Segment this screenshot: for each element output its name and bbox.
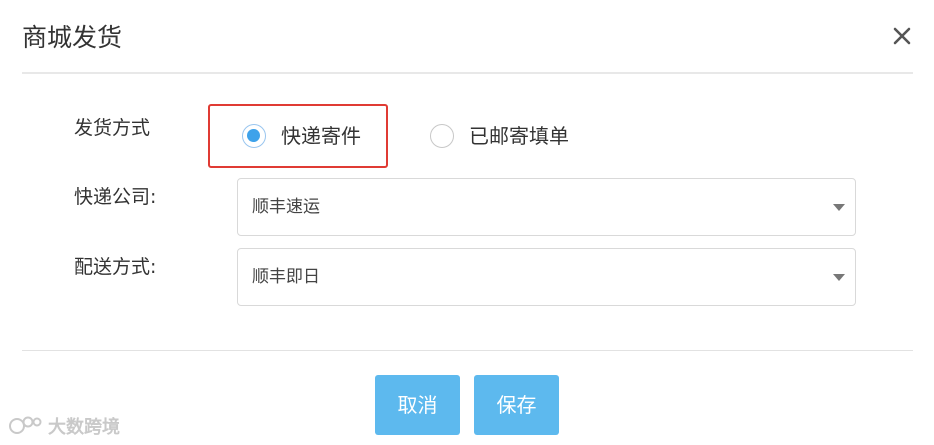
cancel-button[interactable]: 取消 [375, 375, 460, 435]
radio-option-express[interactable]: 快递寄件 [208, 104, 388, 168]
watermark: 大数跨境 [8, 413, 120, 439]
radio-unchecked-icon[interactable] [430, 124, 454, 148]
courier-select-value: 顺丰速运 [252, 197, 320, 217]
save-button[interactable]: 保存 [474, 375, 559, 435]
caret-down-icon [833, 274, 845, 281]
close-button[interactable] [888, 22, 916, 50]
delivery-select[interactable]: 顺丰即日 [237, 248, 856, 306]
delivery-label: 配送方式: [74, 256, 157, 278]
caret-down-icon [833, 204, 845, 211]
delivery-select-value: 顺丰即日 [252, 267, 320, 287]
radio-checked-icon[interactable] [242, 124, 266, 148]
footer-divider [22, 350, 913, 351]
radio-option-label: 快递寄件 [281, 124, 361, 148]
radio-option-label: 已邮寄填单 [469, 124, 569, 148]
ship-method-radio-group: 快递寄件 已邮寄填单 [208, 104, 569, 168]
ship-method-label: 发货方式 [74, 117, 151, 139]
dialog-title: 商城发货 [22, 23, 123, 52]
courier-select[interactable]: 顺丰速运 [237, 178, 856, 236]
watermark-text: 大数跨境 [48, 417, 120, 438]
courier-label: 快递公司: [74, 186, 157, 208]
logo-icon [9, 416, 42, 434]
header-divider [22, 72, 913, 74]
radio-option-mailed[interactable]: 已邮寄填单 [430, 122, 569, 150]
close-icon [893, 27, 911, 45]
